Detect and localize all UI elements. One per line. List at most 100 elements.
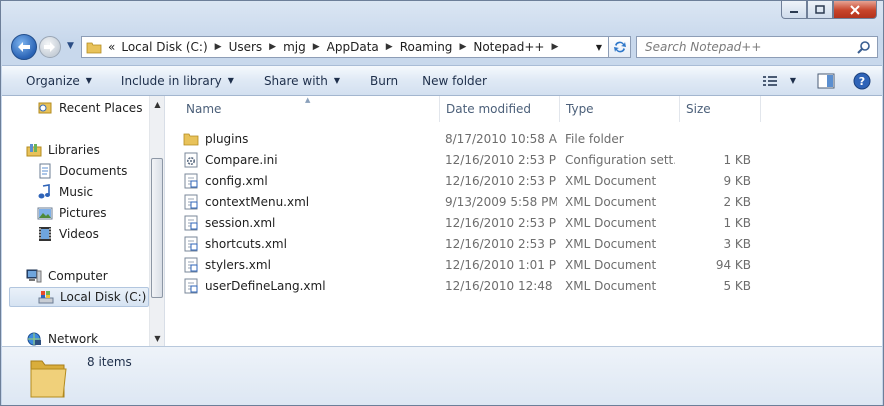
search-box[interactable] bbox=[636, 36, 878, 58]
xml-file-icon bbox=[183, 236, 199, 252]
file-row[interactable]: userDefineLang.xml 12/16/2010 12:48 ... XM… bbox=[183, 275, 763, 296]
nav-item-network[interactable]: Network bbox=[26, 329, 98, 346]
help-button[interactable]: ? bbox=[850, 70, 874, 92]
forward-button[interactable] bbox=[39, 36, 61, 58]
breadcrumb-notepadpp[interactable]: Notepad++ bbox=[470, 40, 547, 54]
file-name-cell[interactable]: session.xml bbox=[183, 212, 438, 233]
breadcrumb-separator-icon[interactable]: ▶ bbox=[455, 42, 470, 52]
file-type-cell: XML Document bbox=[565, 257, 657, 272]
nav-item-computer[interactable]: Computer bbox=[26, 266, 108, 286]
column-header-type[interactable]: Type bbox=[561, 96, 680, 122]
address-bar[interactable]: « Local Disk (C:) ▶ Users ▶ mjg ▶ AppDat… bbox=[81, 36, 609, 58]
chevron-down-icon: ▼ bbox=[227, 76, 234, 85]
breadcrumb-separator-icon[interactable]: ▶ bbox=[265, 42, 280, 52]
close-button[interactable] bbox=[833, 1, 877, 19]
navigation-bar: ▼ « Local Disk (C:) ▶ Users ▶ mjg ▶ AppD… bbox=[9, 33, 879, 61]
explorer-window: ▼ « Local Disk (C:) ▶ Users ▶ mjg ▶ AppD… bbox=[0, 0, 884, 406]
nav-item-local-disk[interactable]: Local Disk (C:) bbox=[9, 287, 149, 307]
column-header-size[interactable]: Size bbox=[681, 96, 761, 122]
file-type-cell: File folder bbox=[565, 131, 624, 146]
change-view-button[interactable] bbox=[758, 70, 782, 92]
file-row[interactable]: plugins 8/17/2010 10:58 AM File folder bbox=[183, 128, 763, 149]
file-name-cell[interactable]: Compare.ini bbox=[183, 149, 438, 170]
maximize-button[interactable] bbox=[807, 1, 833, 19]
include-in-library-label: Include in library bbox=[120, 73, 222, 88]
svg-text:?: ? bbox=[859, 75, 865, 88]
xml-file-icon bbox=[183, 194, 199, 210]
column-header-label: Size bbox=[686, 102, 711, 116]
view-options-dropdown[interactable]: ▼ bbox=[786, 70, 800, 92]
file-name-cell[interactable]: shortcuts.xml bbox=[183, 233, 438, 254]
burn-button[interactable]: Burn bbox=[350, 69, 408, 93]
folder-icon bbox=[28, 351, 68, 404]
new-folder-button[interactable]: New folder bbox=[408, 69, 497, 93]
scroll-up-icon[interactable]: ▲ bbox=[150, 96, 164, 112]
file-size-cell: 5 KB bbox=[723, 278, 751, 293]
back-button[interactable] bbox=[11, 34, 37, 60]
file-name-cell[interactable]: stylers.xml bbox=[183, 254, 438, 275]
file-name-cell[interactable]: plugins bbox=[183, 128, 438, 149]
nav-item-recent-places[interactable]: Recent Places bbox=[37, 98, 142, 118]
scrollbar-thumb[interactable] bbox=[151, 158, 163, 298]
file-size-cell: 94 KB bbox=[715, 257, 751, 272]
navigation-pane-scrollbar[interactable]: ▲ ▼ bbox=[149, 96, 164, 346]
file-row[interactable]: contextMenu.xml 9/13/2009 5:58 PM XML Docu… bbox=[183, 191, 763, 212]
file-type-cell: Configuration sett... bbox=[565, 152, 675, 167]
breadcrumb-roaming[interactable]: Roaming bbox=[397, 40, 456, 54]
breadcrumb-local-disk[interactable]: Local Disk (C:) bbox=[118, 40, 210, 54]
minimize-button[interactable] bbox=[781, 1, 807, 19]
file-date-cell: 12/16/2010 1:01 PM bbox=[445, 257, 557, 272]
breadcrumb-mjg[interactable]: mjg bbox=[280, 40, 309, 54]
refresh-button[interactable] bbox=[609, 36, 631, 58]
file-name-cell[interactable]: config.xml bbox=[183, 170, 438, 191]
share-with-label: Share with bbox=[263, 73, 328, 88]
nav-item-documents[interactable]: Documents bbox=[37, 161, 127, 181]
column-header-name[interactable]: Name bbox=[181, 96, 440, 122]
computer-icon bbox=[26, 268, 42, 284]
pictures-icon bbox=[37, 205, 53, 221]
breadcrumb-separator-icon[interactable]: ▶ bbox=[547, 42, 562, 52]
breadcrumb-separator-icon[interactable]: ▶ bbox=[309, 42, 324, 52]
file-size-cell bbox=[679, 128, 751, 149]
share-with-button[interactable]: Share with ▼ bbox=[244, 69, 350, 93]
include-in-library-button[interactable]: Include in library ▼ bbox=[102, 69, 244, 93]
breadcrumb-separator-icon[interactable]: ▶ bbox=[211, 42, 226, 52]
nav-item-libraries[interactable]: Libraries bbox=[26, 140, 100, 160]
file-row[interactable]: session.xml 12/16/2010 2:53 PM XML Documen… bbox=[183, 212, 763, 233]
nav-item-label: Network bbox=[48, 332, 99, 346]
search-input[interactable] bbox=[643, 39, 847, 55]
breadcrumb-separator-icon[interactable]: ▶ bbox=[382, 42, 397, 52]
scroll-down-icon[interactable]: ▼ bbox=[150, 330, 164, 346]
file-row[interactable]: stylers.xml 12/16/2010 1:01 PM XML Documen… bbox=[183, 254, 763, 275]
file-name: shortcuts.xml bbox=[205, 236, 287, 251]
recent-pages-dropdown[interactable]: ▼ bbox=[67, 41, 74, 51]
column-header-label: Date modified bbox=[446, 102, 532, 116]
nav-item-label: Documents bbox=[59, 164, 128, 178]
file-row[interactable]: shortcuts.xml 12/16/2010 2:53 PM XML Docum… bbox=[183, 233, 763, 254]
file-list: ▲ Name Date modified Type Size plugins 8/… bbox=[165, 96, 882, 346]
nav-item-music[interactable]: Music bbox=[37, 182, 93, 202]
nav-item-pictures[interactable]: Pictures bbox=[37, 203, 107, 223]
search-icon[interactable] bbox=[857, 40, 871, 57]
file-row[interactable]: config.xml 12/16/2010 2:53 PM XML Document… bbox=[183, 170, 763, 191]
nav-item-videos[interactable]: Videos bbox=[37, 224, 99, 244]
breadcrumb-appdata[interactable]: AppData bbox=[324, 40, 382, 54]
file-date-cell: 8/17/2010 10:58 AM bbox=[445, 131, 557, 146]
file-row[interactable]: Compare.ini 12/16/2010 2:53 PM Configurati… bbox=[183, 149, 763, 170]
chevron-down-icon: ▼ bbox=[85, 76, 92, 85]
nav-item-label: Computer bbox=[48, 269, 108, 283]
breadcrumb-users[interactable]: Users bbox=[226, 40, 266, 54]
address-overflow[interactable]: « bbox=[105, 40, 118, 54]
file-name-cell[interactable]: contextMenu.xml bbox=[183, 191, 438, 212]
preview-pane-button[interactable] bbox=[814, 70, 838, 92]
libraries-icon bbox=[26, 142, 42, 158]
column-header-date-modified[interactable]: Date modified bbox=[441, 96, 560, 122]
file-name-cell[interactable]: userDefineLang.xml bbox=[183, 275, 438, 296]
nav-item-label: Libraries bbox=[48, 143, 100, 157]
new-folder-label: New folder bbox=[422, 73, 487, 88]
preview-pane-icon bbox=[817, 73, 835, 88]
organize-button[interactable]: Organize ▼ bbox=[2, 69, 102, 93]
address-history-dropdown[interactable]: ▼ bbox=[589, 42, 608, 52]
item-count: 8 items bbox=[87, 355, 132, 369]
recent-places-icon bbox=[37, 100, 53, 116]
